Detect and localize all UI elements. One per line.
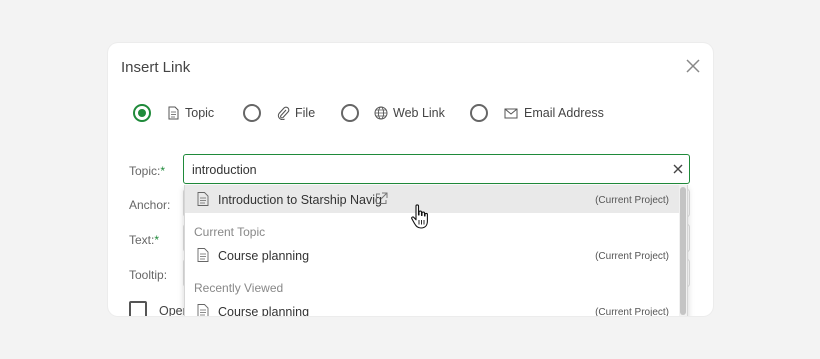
group-header-current-topic: Current Topic [194, 225, 266, 239]
radio-email-address[interactable]: Email Address [470, 101, 604, 125]
globe-icon [374, 106, 388, 120]
paperclip-icon [277, 106, 290, 120]
radio-label-file: File [295, 106, 316, 120]
list-item[interactable]: Course planning (Current Project) [185, 297, 679, 316]
link-type-radio-group: Topic File Web Link Email Address [133, 101, 693, 125]
dropdown-scrollbar[interactable] [679, 185, 687, 316]
document-icon [168, 106, 179, 120]
document-icon [197, 304, 209, 316]
radio-web-link[interactable]: Web Link [341, 101, 445, 125]
anchor-label: Anchor: [129, 198, 171, 212]
radio-button-web-link[interactable] [341, 104, 359, 122]
tooltip-label: Tooltip: [129, 268, 168, 282]
result-name: Course planning [218, 249, 310, 263]
result-project: (Current Project) [595, 251, 669, 262]
result-project: (Current Project) [595, 195, 669, 206]
dialog-title: Insert Link [121, 59, 191, 76]
radio-label-email-address: Email Address [524, 106, 604, 120]
result-name: Course planning [218, 305, 310, 316]
document-icon [197, 248, 209, 262]
topic-input[interactable]: introduction [183, 154, 690, 184]
insert-link-dialog: Insert Link Topic File Web Link Email Ad… [108, 43, 713, 316]
open-external-icon[interactable] [375, 192, 388, 205]
radio-button-file[interactable] [243, 104, 261, 122]
hand-pointer-cursor-icon [411, 204, 428, 229]
document-icon [197, 192, 209, 206]
close-icon[interactable] [684, 57, 702, 75]
radio-button-topic[interactable] [133, 104, 151, 122]
text-label: Text:* [129, 233, 160, 247]
radio-label-web-link: Web Link [393, 106, 445, 120]
radio-button-email-address[interactable] [470, 104, 488, 122]
scrollbar-thumb[interactable] [680, 187, 686, 315]
topic-input-value[interactable]: introduction [192, 163, 257, 177]
clear-icon[interactable] [672, 163, 684, 175]
topic-label: Topic:* [129, 164, 166, 178]
list-item[interactable]: Course planning (Current Project) [185, 241, 679, 269]
result-project: (Current Project) [595, 307, 669, 316]
result-name: Introduction to Starship Navig [218, 193, 382, 207]
radio-label-topic: Topic [185, 106, 215, 120]
topic-suggestions-dropdown: Introduction to Starship Navig (Current … [184, 185, 688, 316]
radio-topic[interactable]: Topic [133, 101, 214, 125]
envelope-icon [504, 108, 518, 119]
group-header-recently-viewed: Recently Viewed [194, 281, 284, 295]
open-new-window-checkbox[interactable] [129, 301, 147, 316]
radio-file[interactable]: File [243, 101, 315, 125]
